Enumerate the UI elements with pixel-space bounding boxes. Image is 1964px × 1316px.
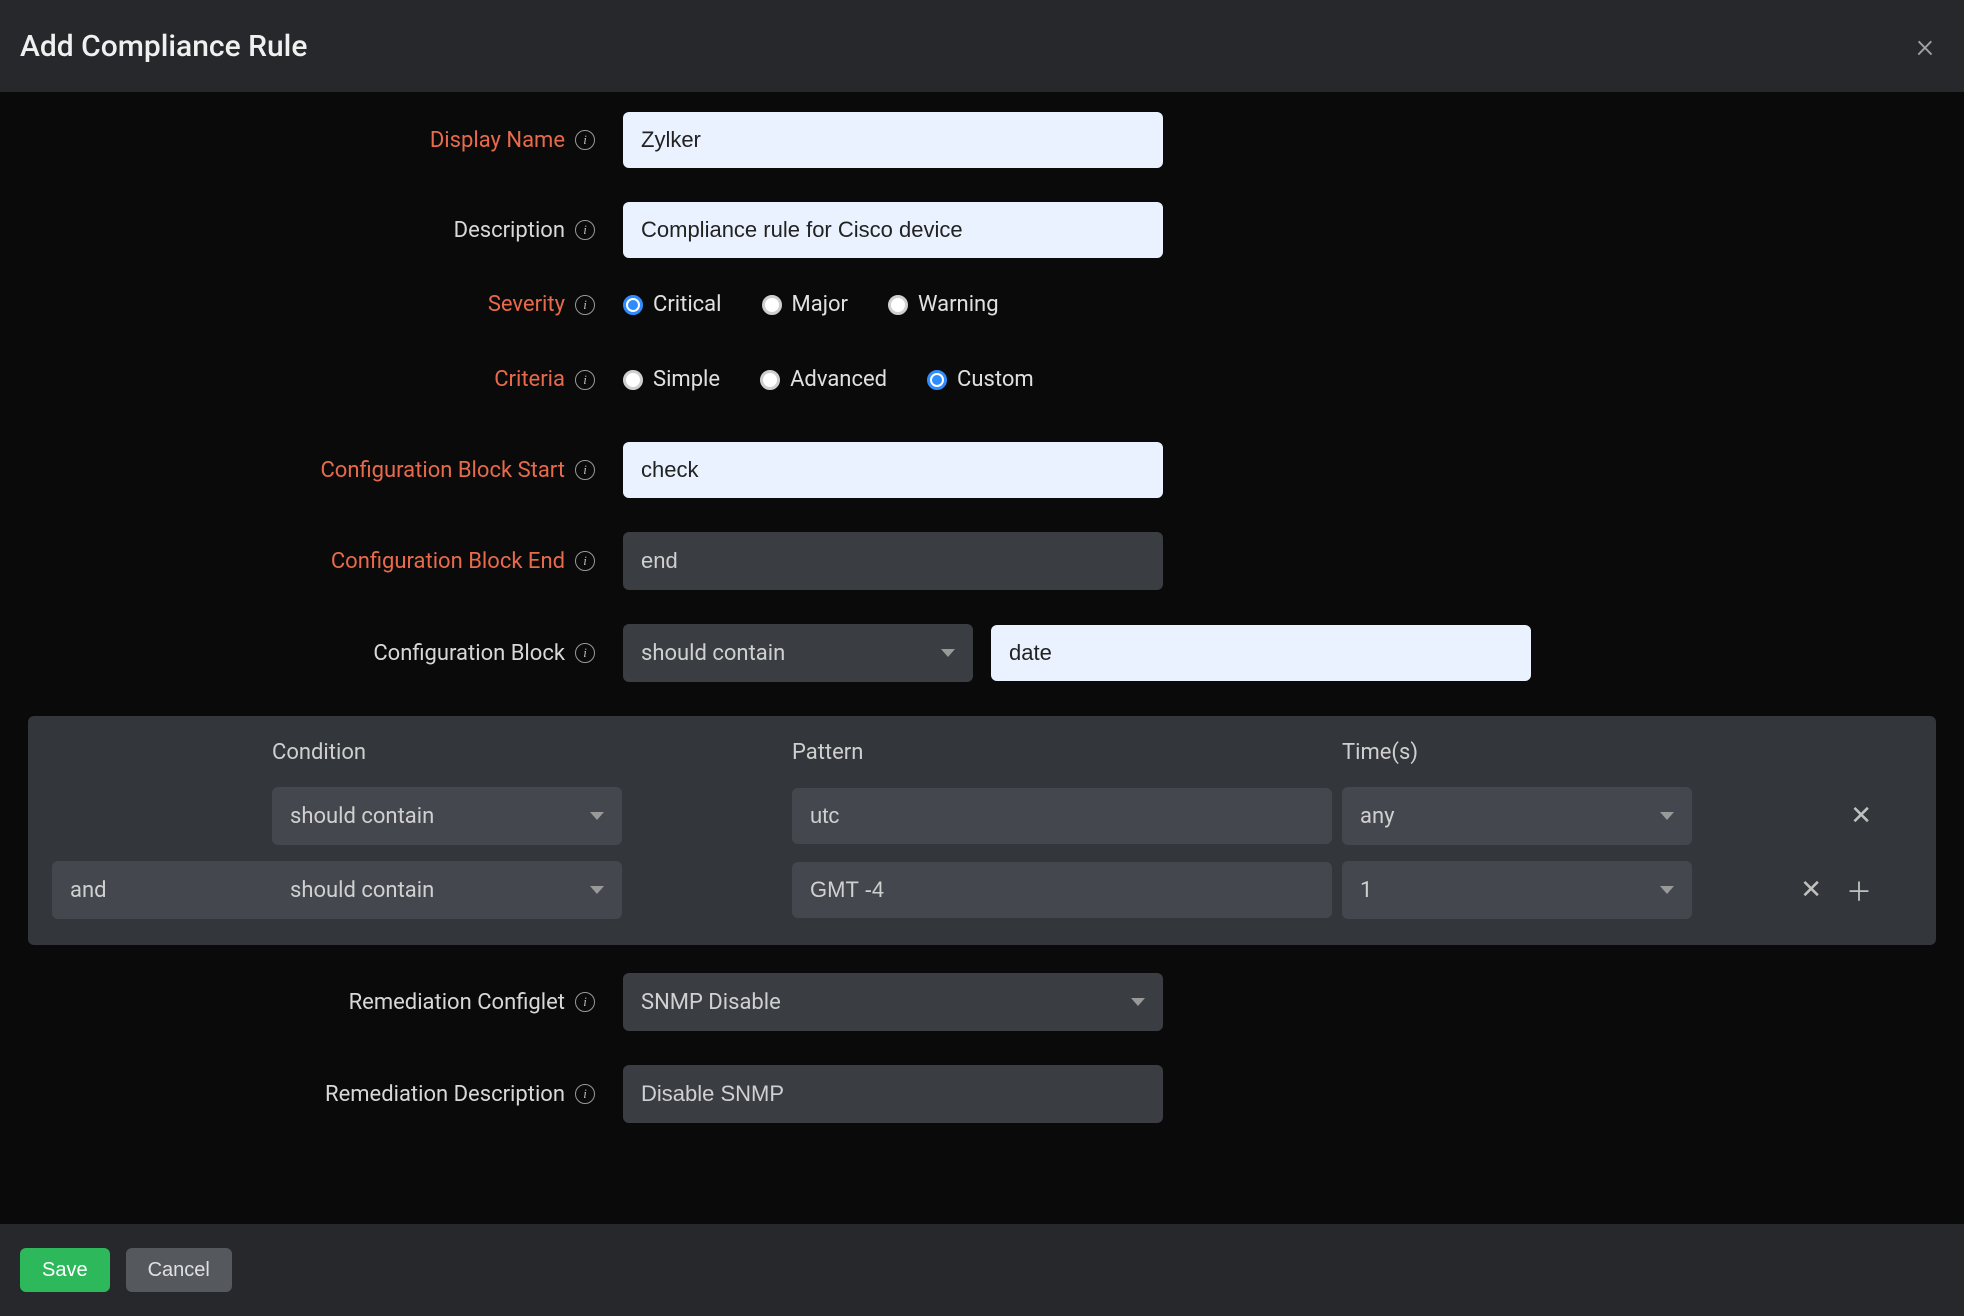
info-icon[interactable]: i: [575, 130, 595, 150]
severity-label: Major: [792, 292, 848, 317]
remediation-configlet-select[interactable]: SNMP Disable: [623, 973, 1163, 1031]
radio-icon: [888, 295, 908, 315]
config-block-end-input[interactable]: [623, 532, 1163, 590]
chevron-down-icon: [590, 812, 604, 820]
severity-option-warning[interactable]: Warning: [888, 292, 999, 317]
remediation-description-input[interactable]: [623, 1065, 1163, 1123]
select-value: SNMP Disable: [641, 990, 781, 1015]
condition-row: and should contain 1 ✕: [52, 853, 1912, 927]
modal-title: Add Compliance Rule: [20, 29, 307, 64]
label-remediation-description: Remediation Description: [325, 1082, 565, 1107]
select-value: any: [1360, 804, 1395, 829]
criteria-option-advanced[interactable]: Advanced: [760, 367, 887, 392]
label-config-block-start: Configuration Block Start: [320, 458, 565, 483]
severity-label: Warning: [918, 292, 999, 317]
info-icon[interactable]: i: [575, 370, 595, 390]
info-icon[interactable]: i: [575, 220, 595, 240]
pattern-input[interactable]: [792, 788, 1332, 844]
description-input[interactable]: [623, 202, 1163, 258]
form-body: Display Name i Description i Severity i …: [0, 92, 1964, 1123]
remove-row-icon[interactable]: ✕: [1800, 875, 1822, 905]
config-block-value-input[interactable]: [991, 625, 1531, 681]
label-display-name: Display Name: [430, 128, 565, 153]
col-header-condition: Condition: [272, 740, 792, 765]
info-icon[interactable]: i: [575, 1084, 595, 1104]
info-icon[interactable]: i: [575, 460, 595, 480]
select-value: 1: [1360, 878, 1372, 903]
row-severity: Severity i Critical Major Warning: [28, 292, 1936, 317]
close-icon[interactable]: ×: [1916, 29, 1934, 63]
radio-icon: [927, 370, 947, 390]
label-remediation-configlet: Remediation Configlet: [349, 990, 565, 1015]
condition-select[interactable]: should contain: [272, 787, 622, 845]
config-block-start-input[interactable]: [623, 442, 1163, 498]
select-value: and: [70, 878, 107, 903]
label-description: Description: [454, 218, 565, 243]
remove-row-icon[interactable]: ✕: [1850, 801, 1872, 831]
modal-footer: Save Cancel: [0, 1224, 1964, 1316]
severity-option-critical[interactable]: Critical: [623, 292, 722, 317]
info-icon[interactable]: i: [575, 551, 595, 571]
row-config-block-start: Configuration Block Start i: [28, 442, 1936, 498]
label-severity: Severity: [488, 292, 565, 317]
select-value: should contain: [641, 641, 785, 666]
radio-icon: [623, 295, 643, 315]
row-description: Description i: [28, 202, 1936, 258]
select-value: should contain: [290, 878, 434, 903]
cancel-button[interactable]: Cancel: [126, 1248, 232, 1292]
condition-select[interactable]: should contain: [272, 861, 622, 919]
info-icon[interactable]: i: [575, 295, 595, 315]
info-icon[interactable]: i: [575, 643, 595, 663]
label-criteria: Criteria: [494, 367, 565, 392]
display-name-input[interactable]: [623, 112, 1163, 168]
save-button[interactable]: Save: [20, 1248, 110, 1292]
criteria-option-simple[interactable]: Simple: [623, 367, 720, 392]
label-config-block: Configuration Block: [373, 641, 565, 666]
row-config-block: Configuration Block i should contain: [28, 624, 1936, 682]
config-block-condition-select[interactable]: should contain: [623, 624, 973, 682]
criteria-label: Simple: [653, 367, 720, 392]
col-header-pattern: Pattern: [792, 740, 1342, 765]
radio-icon: [623, 370, 643, 390]
chevron-down-icon: [1131, 998, 1145, 1006]
chevron-down-icon: [941, 649, 955, 657]
criteria-label: Custom: [957, 367, 1034, 392]
row-remediation-description: Remediation Description i: [28, 1065, 1936, 1123]
modal-header: Add Compliance Rule ×: [0, 0, 1964, 92]
col-header-times: Time(s): [1342, 740, 1502, 765]
row-criteria: Criteria i Simple Advanced Custom: [28, 367, 1936, 392]
pattern-input[interactable]: [792, 862, 1332, 918]
label-config-block-end: Configuration Block End: [331, 549, 565, 574]
row-remediation-configlet: Remediation Configlet i SNMP Disable: [28, 973, 1936, 1031]
criteria-radio-group: Simple Advanced Custom: [623, 367, 1034, 392]
severity-label: Critical: [653, 292, 722, 317]
condition-header-row: Condition Pattern Time(s): [52, 734, 1912, 779]
add-row-icon[interactable]: ＋: [1846, 872, 1872, 909]
criteria-label: Advanced: [790, 367, 887, 392]
severity-radio-group: Critical Major Warning: [623, 292, 999, 317]
select-value: should contain: [290, 804, 434, 829]
radio-icon: [760, 370, 780, 390]
row-config-block-end: Configuration Block End i: [28, 532, 1936, 590]
condition-panel: Condition Pattern Time(s) should contain…: [28, 716, 1936, 945]
row-display-name: Display Name i: [28, 112, 1936, 168]
info-icon[interactable]: i: [575, 992, 595, 1012]
severity-option-major[interactable]: Major: [762, 292, 848, 317]
condition-row: should contain any ✕: [52, 779, 1912, 853]
criteria-option-custom[interactable]: Custom: [927, 367, 1034, 392]
radio-icon: [762, 295, 782, 315]
chevron-down-icon: [590, 886, 604, 894]
